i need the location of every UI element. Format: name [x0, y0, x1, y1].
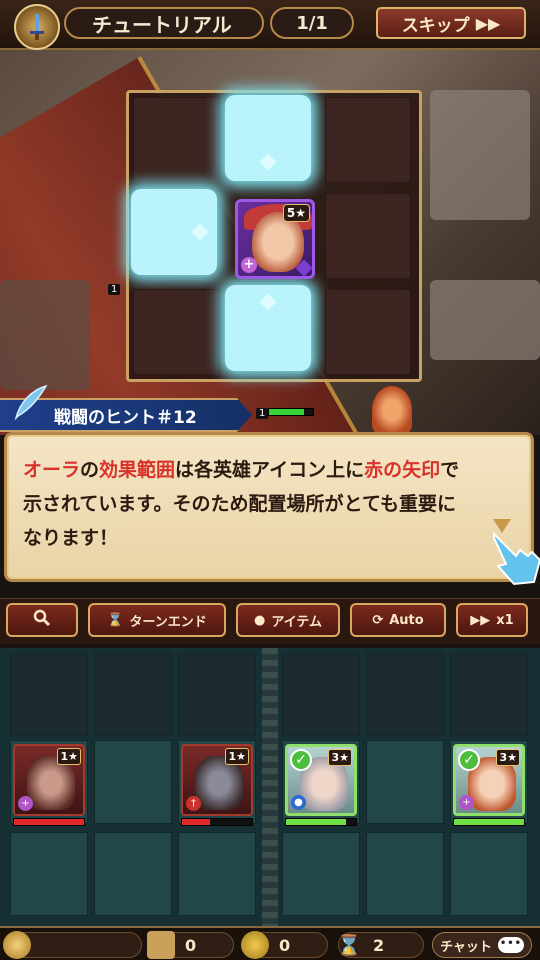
unit-star-badge: 3★ — [496, 749, 520, 766]
board-slot[interactable] — [94, 740, 172, 824]
hint-text: オーラの効果範囲は各英雄アイコン上に赤の矢印で 示されています。そのため配置場所… — [23, 459, 460, 549]
top-bar: チュートリアル 1/1 スキップ ▶▶ — [0, 0, 540, 50]
page-indicator: 1/1 — [270, 7, 354, 39]
enemy-unit-1[interactable]: 1★ + — [13, 744, 85, 816]
ally-level-tag: 1 — [256, 408, 269, 419]
enemy-level-tag: 1 — [108, 284, 121, 295]
board-slot[interactable] — [178, 832, 256, 916]
board-slot[interactable] — [282, 652, 360, 736]
tutorial-title: チュートリアル — [64, 7, 264, 39]
grid-cell — [133, 97, 219, 183]
ally-unit-2[interactable]: ✓ 3★ + — [453, 744, 525, 816]
chat-bubble-icon: ••• — [497, 937, 524, 953]
board-slot[interactable] — [366, 832, 444, 916]
card-counter: 0 — [147, 931, 234, 959]
enemy-hp-bar — [13, 818, 85, 826]
board-slot[interactable] — [450, 832, 528, 916]
aura-cell-left — [131, 189, 217, 275]
enemy-hp-fill — [14, 819, 84, 825]
hero-star-badge: 5★ — [282, 204, 310, 222]
item-button[interactable]: ● アイテム — [236, 603, 340, 637]
board-slot[interactable] — [94, 832, 172, 916]
grid-cell — [325, 193, 411, 279]
ally-character-sprite — [372, 386, 412, 434]
aura-grid: 5★ + — [126, 90, 422, 382]
hint-banner-label: 戦闘のヒント＃12 — [54, 407, 197, 428]
ally-hp-bar — [285, 818, 357, 826]
enemy-hp-bar — [181, 818, 253, 826]
ally-hp-fill — [454, 819, 524, 825]
chat-button[interactable]: チャット ••• — [432, 932, 532, 958]
search-button[interactable] — [6, 603, 78, 637]
board-slot[interactable] — [366, 740, 444, 824]
feather-icon — [10, 382, 50, 422]
board-slot[interactable] — [10, 652, 88, 736]
aura-cell-top — [225, 95, 311, 181]
hint-dialog[interactable]: オーラの効果範囲は各英雄アイコン上に赤の矢印で 示されています。そのため配置場所… — [4, 432, 534, 582]
gold-counter: 0 — [241, 931, 328, 959]
board-slot[interactable] — [450, 652, 528, 736]
sword-emblem-icon — [14, 4, 60, 50]
pointer-hand-icon — [490, 526, 540, 588]
ready-check-icon: ✓ — [290, 749, 312, 771]
auto-cycle-icon: ⟳ — [372, 612, 384, 628]
plus-class-icon: + — [459, 795, 474, 810]
action-bar: ⌛ ターンエンド ● アイテム ⟳ Auto ▶▶ x1 — [0, 598, 540, 644]
turn-counter: ⌛ 2 — [336, 932, 424, 958]
skip-label: スキップ — [401, 15, 470, 36]
gold-bag-icon — [241, 931, 269, 959]
fast-forward-icon: ▶▶ — [475, 13, 501, 33]
ready-check-icon: ✓ — [458, 749, 480, 771]
grid-cell — [133, 289, 219, 375]
rubble-decoration — [430, 280, 540, 360]
ally-unit-1[interactable]: ✓ 3★ ● — [285, 744, 357, 816]
board-slot[interactable] — [366, 652, 444, 736]
board-slot[interactable] — [282, 832, 360, 916]
medal-icon — [3, 931, 31, 959]
board-slot[interactable] — [178, 652, 256, 736]
unit-star-badge: 1★ — [57, 748, 81, 765]
skip-button[interactable]: スキップ ▶▶ — [376, 7, 526, 39]
unit-star-badge: 3★ — [328, 749, 352, 766]
sword-class-icon: † — [186, 796, 201, 811]
hourglass-icon: ⌛ — [107, 612, 124, 628]
speed-button[interactable]: ▶▶ x1 — [456, 603, 528, 637]
board-divider-chain — [262, 648, 278, 926]
board-slot[interactable] — [94, 652, 172, 736]
ally-hp-bar — [453, 818, 525, 826]
turn-end-button[interactable]: ⌛ ターンエンド — [88, 603, 226, 637]
shield-class-icon: ● — [291, 795, 306, 810]
grid-cell — [325, 97, 411, 183]
item-bag-icon: ● — [253, 612, 266, 628]
plus-class-icon: + — [241, 257, 257, 273]
cards-icon — [147, 931, 175, 959]
enemy-unit-2[interactable]: 1★ † — [181, 744, 253, 816]
beast-silhouette — [0, 280, 90, 390]
search-icon — [33, 609, 51, 631]
ally-hp-fill — [286, 819, 346, 825]
bottom-bar: 0 0 ⌛ 2 チャット ••• — [0, 926, 540, 960]
unit-board: 1★ + 1★ † ✓ 3★ ● ✓ 3★ + — [0, 648, 540, 926]
hourglass-icon: ⌛ — [336, 933, 362, 957]
battle-scene: 5★ + 1 1 — [0, 50, 540, 435]
ally-hp-mini — [268, 408, 314, 416]
rubble-decoration — [430, 90, 530, 220]
plus-class-icon: + — [18, 796, 33, 811]
board-slot[interactable] — [10, 832, 88, 916]
hero-card-center[interactable]: 5★ + — [235, 199, 315, 279]
player-medal — [3, 931, 142, 959]
auto-button[interactable]: ⟳ Auto — [350, 603, 446, 637]
grid-cell — [325, 289, 411, 375]
enemy-hp-fill — [182, 819, 210, 825]
aura-cell-bottom — [225, 285, 311, 371]
unit-star-badge: 1★ — [225, 748, 249, 765]
fast-forward-icon: ▶▶ — [470, 612, 491, 628]
